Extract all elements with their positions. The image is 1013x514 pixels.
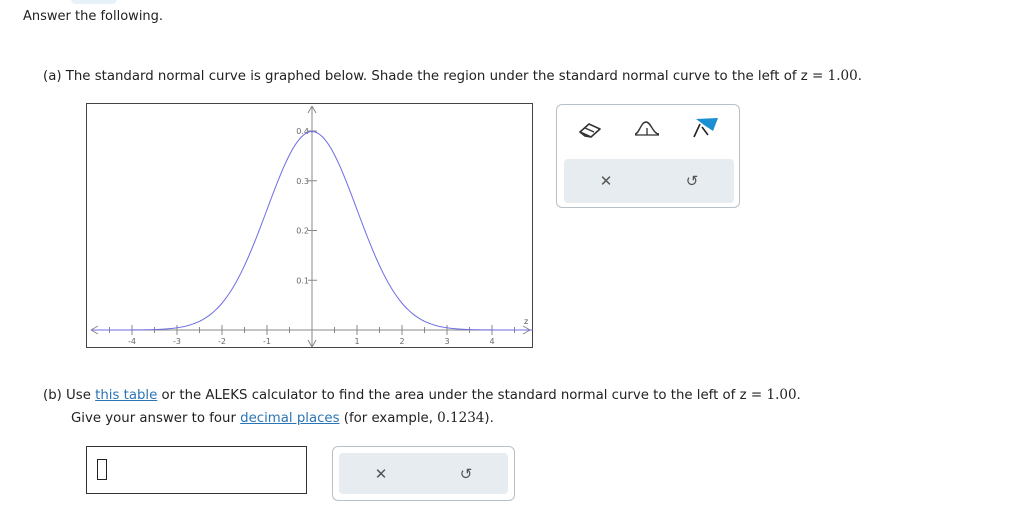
part-a-z-value: 1.00	[827, 68, 858, 84]
eraser-icon	[579, 123, 601, 138]
x-tick-label: 1	[354, 337, 359, 346]
curve-tool-icon	[634, 121, 660, 136]
part-b-line2-prefix: Give your answer to four	[71, 411, 241, 426]
part-b-z-value: 1.00	[766, 387, 797, 403]
part-b-period: .	[796, 388, 801, 403]
graph-action-bar: ✕ ↺	[564, 159, 734, 203]
eraser-tool[interactable]	[575, 117, 605, 143]
part-b-equals: =	[746, 387, 767, 403]
this-table-link[interactable]: this table	[95, 388, 157, 403]
undo-graph-button[interactable]: ↺	[672, 166, 712, 196]
y-tick-label: 0.2	[296, 227, 309, 236]
part-b-prompt-line1: (b) Use this table or the ALEKS calculat…	[43, 387, 801, 403]
part-b-prompt-line2: Give your answer to four decimal places …	[71, 410, 494, 426]
x-tick-label: 3	[444, 337, 449, 346]
text-cursor	[97, 459, 107, 480]
answer-input[interactable]	[86, 446, 307, 494]
x-axis-label: z	[524, 317, 528, 326]
normal-curve-graph[interactable]: -4 -3 -2 -1 1 2 3 4 z 0.1 0.2 0.3 0.4	[86, 103, 533, 348]
part-b-line2-mid: (for example,	[339, 411, 438, 426]
part-a-prompt: (a) The standard normal curve is graphed…	[43, 68, 862, 84]
shade-region-icon	[693, 118, 718, 138]
part-b-text: or the ALEKS calculator to find the area…	[157, 388, 747, 403]
y-tick-label: 0.4	[296, 127, 309, 136]
curve-tool[interactable]	[632, 115, 662, 141]
graph-tool-panel: ✕ ↺	[556, 104, 740, 208]
shade-tool[interactable]	[691, 114, 721, 140]
part-a-period: .	[857, 69, 862, 84]
part-b-prefix: (b) Use	[43, 388, 96, 403]
undo-icon: ↺	[459, 465, 473, 483]
x-tick-label: -4	[128, 337, 136, 346]
close-icon: ✕	[374, 465, 388, 483]
y-tick-label: 0.3	[296, 177, 309, 186]
close-icon: ✕	[599, 172, 613, 190]
example-value: 0.1234	[437, 410, 485, 426]
x-tick-label: -2	[218, 337, 226, 346]
normal-curve-svg[interactable]: -4 -3 -2 -1 1 2 3 4 z 0.1 0.2 0.3 0.4	[87, 104, 534, 349]
instructions-text: Answer the following.	[23, 9, 164, 24]
x-tick-label: -1	[263, 337, 271, 346]
tab-indicator	[71, 0, 117, 4]
answer-action-bar: ✕ ↺	[339, 453, 508, 494]
decimal-places-link[interactable]: decimal places	[240, 411, 339, 426]
part-a-equals: =	[807, 68, 828, 84]
x-tick-label: -3	[173, 337, 181, 346]
undo-icon: ↺	[685, 172, 699, 190]
clear-graph-button[interactable]: ✕	[586, 166, 626, 196]
answer-tool-panel: ✕ ↺	[332, 446, 515, 501]
clear-answer-button[interactable]: ✕	[361, 459, 401, 489]
part-a-text: (a) The standard normal curve is graphed…	[43, 69, 808, 84]
x-tick-label: 2	[399, 337, 404, 346]
part-b-line2-end: ).	[484, 411, 494, 426]
y-tick-label: 0.1	[296, 276, 309, 285]
x-tick-label: 4	[489, 337, 494, 346]
undo-answer-button[interactable]: ↺	[446, 459, 486, 489]
